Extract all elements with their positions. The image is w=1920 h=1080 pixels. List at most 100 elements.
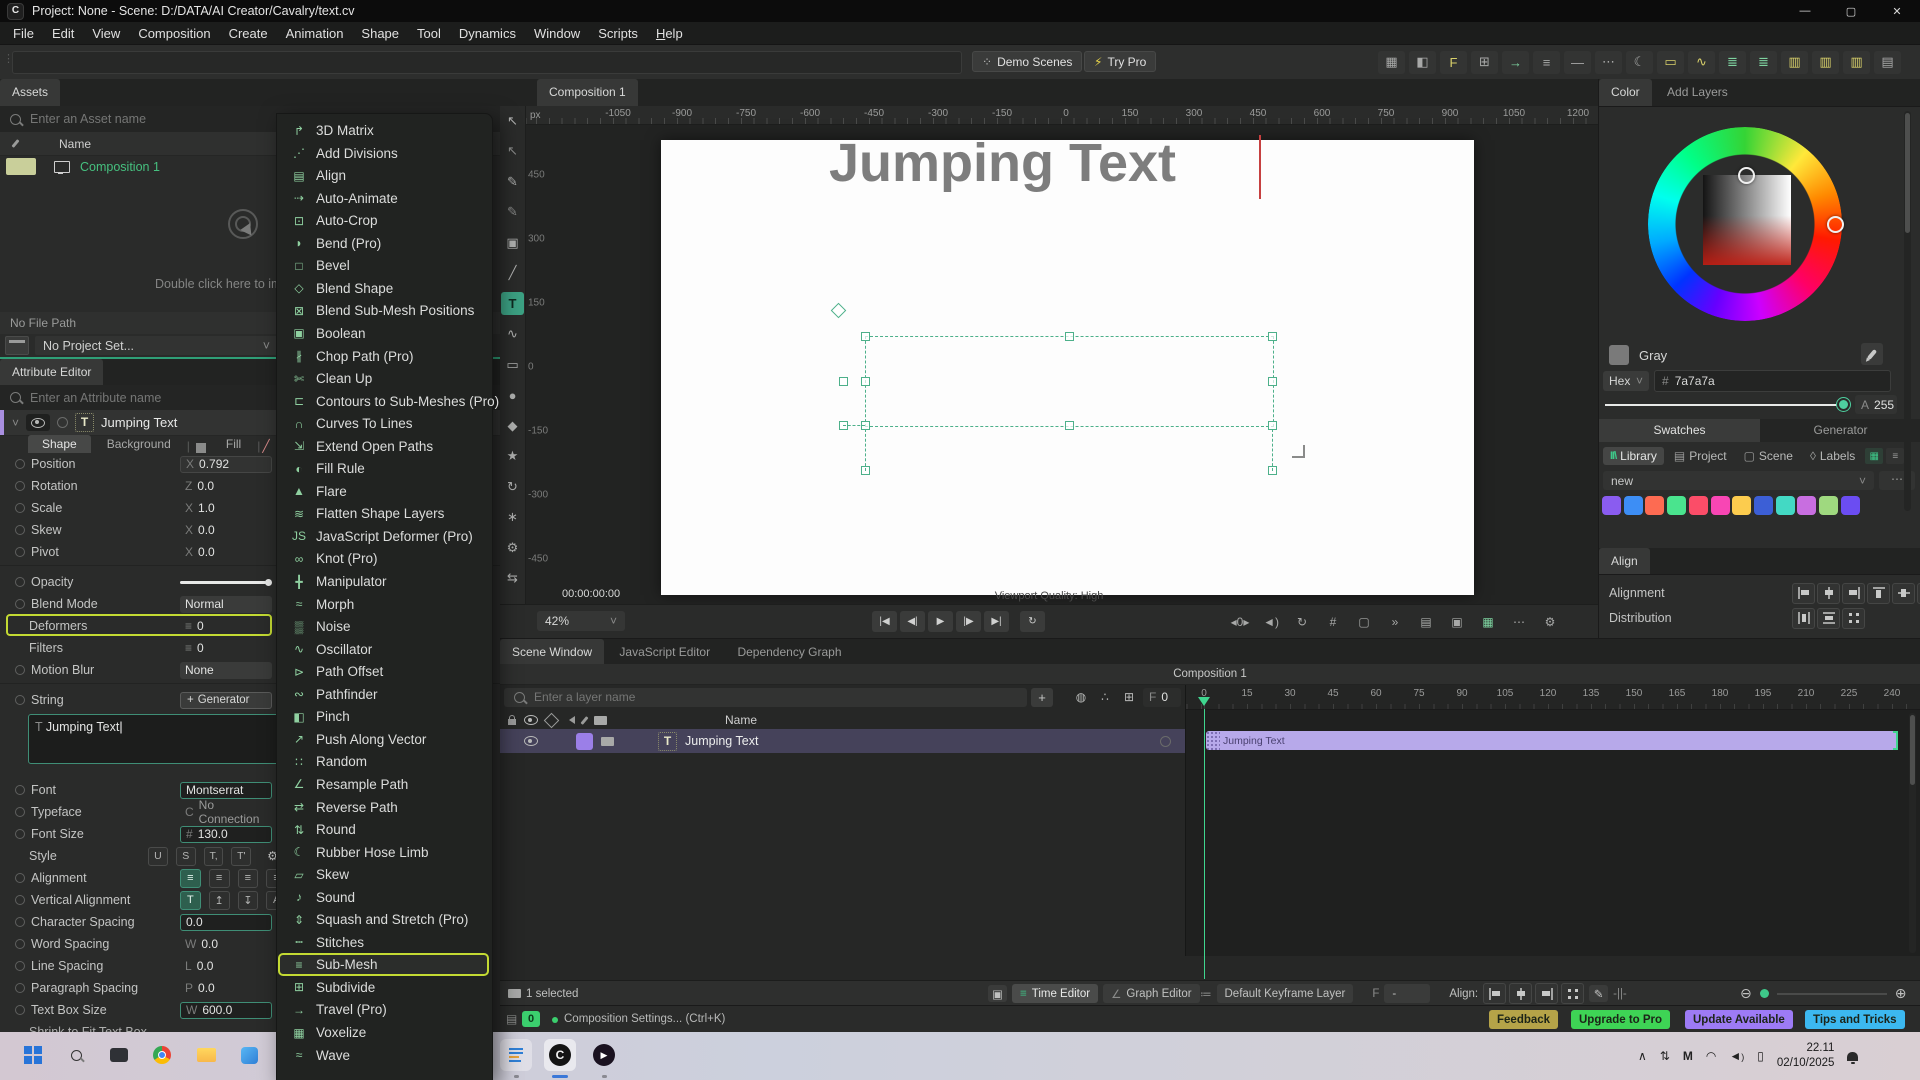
menu-shape[interactable]: Shape bbox=[352, 22, 408, 45]
menu-view[interactable]: View bbox=[83, 22, 129, 45]
hex-mode-dropdown[interactable]: Hex˅ bbox=[1603, 371, 1649, 391]
menu-item-pinch[interactable]: ◧Pinch bbox=[279, 706, 488, 727]
alpha-slider[interactable] bbox=[1605, 404, 1845, 406]
asset-name[interactable]: Composition 1 bbox=[80, 160, 160, 174]
menu-item-chop-path-pro-[interactable]: ∦Chop Path (Pro) bbox=[279, 346, 488, 367]
menu-item-morph[interactable]: ≈Morph bbox=[279, 594, 488, 615]
menu-animation[interactable]: Animation bbox=[277, 22, 353, 45]
grid-view-button[interactable]: ▦ bbox=[1865, 448, 1883, 464]
render-icon[interactable]: ▤ bbox=[1414, 612, 1438, 631]
layer-search-input[interactable] bbox=[532, 689, 954, 705]
select-tool[interactable]: ↖ bbox=[501, 109, 524, 132]
align-middle-button[interactable] bbox=[1892, 583, 1915, 604]
direct-select-tool[interactable]: ↖ bbox=[501, 140, 524, 163]
selection-handle[interactable] bbox=[861, 332, 870, 341]
menu-item-resample-path[interactable]: ∠Resample Path bbox=[279, 774, 488, 795]
menu-item-auto-crop[interactable]: ⊡Auto-Crop bbox=[279, 210, 488, 231]
composition-canvas[interactable]: Jumping Text bbox=[661, 140, 1474, 595]
time-editor-button[interactable]: ≡Time Editor bbox=[1012, 984, 1098, 1003]
loop-button[interactable]: ↻ bbox=[1020, 611, 1045, 632]
tab-generator[interactable]: Generator bbox=[1760, 419, 1920, 442]
menu-item-path-offset[interactable]: ⊳Path Offset bbox=[279, 661, 488, 682]
align-bars-icon[interactable]: ≣ bbox=[1719, 51, 1746, 74]
saturation-value-square[interactable] bbox=[1703, 175, 1791, 265]
menu-item-travel-pro-[interactable]: →Travel (Pro) bbox=[279, 999, 488, 1020]
attr-value[interactable]: X0.792 bbox=[180, 456, 272, 473]
palette-dropdown[interactable]: new˅ bbox=[1603, 471, 1874, 490]
menu-item-sound[interactable]: ♪Sound bbox=[279, 887, 488, 908]
solo-toggle[interactable] bbox=[57, 417, 68, 428]
zoom-out-icon[interactable]: ⊖ bbox=[1740, 985, 1752, 1002]
visibility-toggle[interactable] bbox=[26, 414, 50, 431]
sparkle-tool[interactable]: ∗ bbox=[501, 506, 524, 529]
dock-icon[interactable]: ▣ bbox=[988, 985, 1007, 1002]
zoom-in-icon[interactable]: ⊕ bbox=[1895, 985, 1907, 1002]
menu-item-align[interactable]: ▤Align bbox=[279, 165, 488, 186]
menu-item-reverse-path[interactable]: ⇄Reverse Path bbox=[279, 797, 488, 818]
step-back-button[interactable]: ◀| bbox=[900, 611, 925, 632]
text-tool[interactable]: T bbox=[501, 292, 524, 315]
menu-item-sub-mesh[interactable]: ≡Sub-Mesh bbox=[279, 954, 488, 975]
photos-app-icon[interactable] bbox=[233, 1039, 265, 1071]
play-button[interactable]: ▶ bbox=[928, 611, 953, 632]
zoom-slider-track[interactable] bbox=[1777, 993, 1887, 995]
transparency-icon[interactable]: ▦ bbox=[1476, 612, 1500, 631]
menu-item-add-divisions[interactable]: ⋰Add Divisions bbox=[279, 143, 488, 164]
message-count-badge[interactable]: 0 bbox=[522, 1011, 540, 1027]
tab-background[interactable]: Background bbox=[93, 435, 185, 453]
menu-item-wave[interactable]: ≈Wave bbox=[279, 1045, 488, 1066]
menu-item-flare[interactable]: ▲Flare bbox=[279, 481, 488, 502]
attr-value[interactable]: None bbox=[180, 662, 272, 679]
tray-equalizer-icon[interactable]: ⇅ bbox=[1660, 1049, 1670, 1063]
collapse-chevron-icon[interactable]: ˅ bbox=[12, 416, 19, 430]
menu-item-blend-shape[interactable]: ◇Blend Shape bbox=[279, 278, 488, 299]
menu-dynamics[interactable]: Dynamics bbox=[450, 22, 525, 45]
go-to-end-button[interactable]: ▶| bbox=[984, 611, 1009, 632]
offset-icon[interactable]: -||- bbox=[1613, 988, 1627, 1000]
media-player-icon[interactable]: ▶ bbox=[588, 1039, 620, 1071]
align-top-button[interactable] bbox=[1867, 583, 1890, 604]
menu-item-stitches[interactable]: ┉Stitches bbox=[279, 932, 488, 953]
pencil-tool[interactable]: ✎ bbox=[501, 201, 524, 224]
vertical-align-button-2[interactable]: ↧ bbox=[238, 891, 259, 910]
start-button[interactable] bbox=[17, 1039, 49, 1071]
color-swatch-11[interactable] bbox=[1841, 496, 1860, 515]
moon-icon[interactable]: ☾ bbox=[1626, 51, 1653, 74]
hue-selector[interactable] bbox=[1827, 216, 1844, 233]
attr-value[interactable]: 0.0 bbox=[180, 914, 272, 931]
style-button-T[interactable]: T' bbox=[231, 847, 251, 866]
attr-value[interactable]: W600.0 bbox=[180, 1002, 272, 1019]
keyframe-align-button-0[interactable] bbox=[1483, 983, 1506, 1004]
snapshot-icon[interactable]: ⋯ bbox=[1507, 612, 1531, 631]
mute-icon[interactable]: ◄) bbox=[1259, 612, 1283, 631]
taskbar-clock[interactable]: 22.11 02/10/2025 bbox=[1777, 1041, 1835, 1071]
rectangle-tool[interactable]: ▭ bbox=[501, 353, 524, 376]
color-panel-scrollbar[interactable] bbox=[1904, 111, 1911, 511]
audio-icon[interactable] bbox=[565, 716, 575, 724]
vertical-align-button-0[interactable]: T bbox=[180, 891, 201, 910]
lasso-icon[interactable]: ∿ bbox=[1688, 51, 1715, 74]
tab-composition-1[interactable]: Composition 1 bbox=[537, 79, 638, 106]
expand-icon[interactable]: » bbox=[1383, 612, 1407, 631]
tab-project[interactable]: ▤Project bbox=[1667, 447, 1734, 465]
attr-value[interactable]: P0.0 bbox=[180, 980, 272, 997]
selection-handle[interactable] bbox=[1268, 332, 1277, 341]
tab-swatches[interactable]: Swatches bbox=[1599, 419, 1760, 442]
menu-item-knot-pro-[interactable]: ∞Knot (Pro) bbox=[279, 548, 488, 569]
close-button[interactable]: ✕ bbox=[1874, 0, 1920, 22]
ellipse-tool[interactable]: ● bbox=[501, 384, 524, 407]
motion-trails-icon[interactable]: ∴ bbox=[1095, 688, 1115, 707]
chrome-icon[interactable] bbox=[146, 1039, 178, 1071]
anchor-diamond-handle[interactable] bbox=[831, 303, 847, 319]
file-explorer-icon[interactable] bbox=[190, 1039, 222, 1071]
line-tool[interactable]: ╱ bbox=[501, 262, 524, 285]
taskbar-app-icon[interactable] bbox=[103, 1039, 135, 1071]
tips-and-tricks-button[interactable]: Tips and Tricks bbox=[1805, 1010, 1905, 1029]
menu-item-auto-animate[interactable]: ⇢Auto-Animate bbox=[279, 188, 488, 209]
tab-align[interactable]: Align bbox=[1599, 548, 1650, 574]
align-bars-icon-2[interactable]: ≣ bbox=[1750, 51, 1777, 74]
project-icon[interactable] bbox=[5, 336, 29, 355]
selection-bounding-box[interactable] bbox=[865, 336, 1274, 427]
attr-value[interactable]: W0.0 bbox=[180, 936, 272, 953]
timeline-ruler[interactable]: 0153045607590105120135150165180195210225… bbox=[1186, 685, 1920, 710]
